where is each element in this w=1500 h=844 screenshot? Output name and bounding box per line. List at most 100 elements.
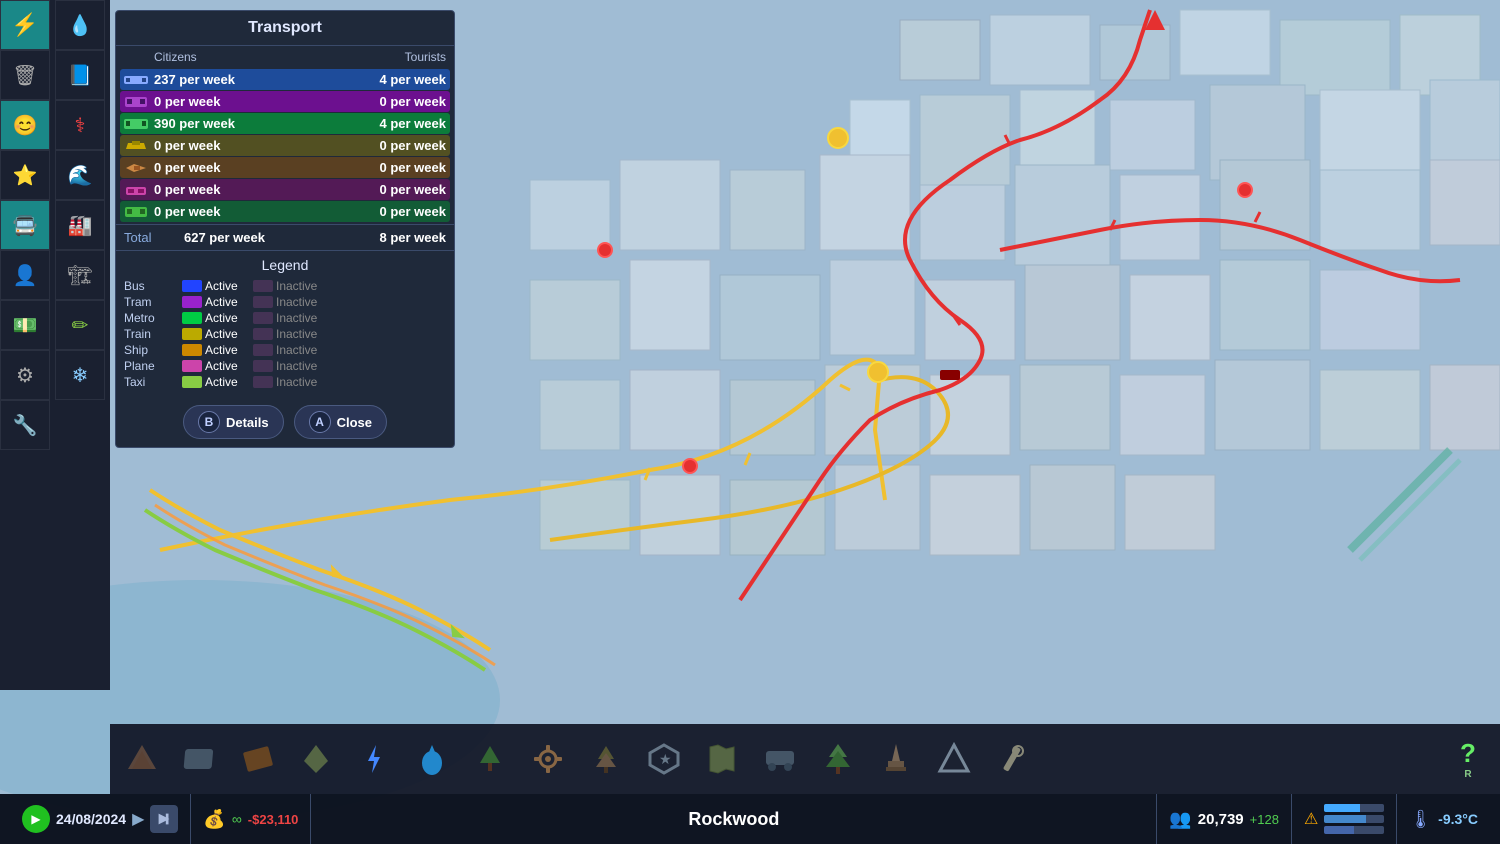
toolbar-icon-trees[interactable] (810, 731, 866, 787)
toolbar-icon-road[interactable] (172, 731, 228, 787)
sidebar-btn-trash[interactable]: 🗑 (0, 50, 50, 100)
toolbar-icon-district[interactable] (288, 731, 344, 787)
legend-title: Legend (124, 257, 446, 273)
toolbar-icon-police[interactable]: ★ (636, 731, 692, 787)
panel-title: Transport (116, 11, 454, 46)
money-expense: -$23,110 (248, 812, 299, 827)
sidebar-btn-happy[interactable]: 😊 (0, 100, 50, 150)
sidebar-btn-health[interactable]: ⚕ (55, 100, 105, 150)
legend-bus-label: Bus (124, 279, 179, 293)
help-r-label: R (1464, 769, 1471, 780)
train-citizens: 390 per week (154, 116, 300, 131)
legend-section: Legend Bus Active Inactive Tram Active I… (116, 250, 454, 397)
sidebar-btn-snow[interactable]: ❄ (55, 350, 105, 400)
legend-taxi-active-text: Active (205, 375, 250, 389)
toolbar-icon-settings[interactable] (520, 731, 576, 787)
legend-plane-inactive-color (253, 360, 273, 372)
sidebar-btn-bus[interactable]: 🚍 (0, 200, 50, 250)
table-row-taxi: 0 per week 0 per week (120, 179, 450, 200)
toolbar-icon-transport[interactable] (752, 731, 808, 787)
sidebar-btn-dollar[interactable]: 💵 (0, 300, 50, 350)
legend-plane-active-text: Active (205, 359, 250, 373)
city-section: Rockwood (311, 794, 1157, 844)
sidebar-btn-drop[interactable]: 💧 (55, 0, 105, 50)
tram-tourists: 4 per week (300, 72, 446, 87)
table-row-tram: 237 per week 4 per week (120, 69, 450, 90)
legend-metro-label: Metro (124, 311, 179, 325)
svg-text:★: ★ (659, 751, 672, 767)
legend-taxi-inactive-text: Inactive (276, 375, 317, 389)
sidebar-btn-lightning[interactable]: ⚡ (0, 0, 50, 50)
speed-button[interactable] (150, 805, 178, 833)
legend-train-inactive-text: Inactive (276, 327, 317, 341)
sidebar-btn-build[interactable]: 🏗 (55, 250, 105, 300)
warning-icon: ⚠ (1304, 809, 1318, 829)
toolbar-icon-water[interactable] (404, 731, 460, 787)
legend-metro-active-color (182, 312, 202, 324)
legend-train-label: Train (124, 327, 179, 341)
bus-tourists: 0 per week (300, 204, 446, 219)
legend-tram-active-color (182, 296, 202, 308)
toolbar-icon-map[interactable] (694, 731, 750, 787)
legend-row-train: Train Active Inactive (124, 327, 446, 341)
close-key: A (309, 411, 331, 433)
toolbar-icon-triangle[interactable] (926, 731, 982, 787)
toolbar-icon-monument[interactable] (868, 731, 924, 787)
help-button[interactable]: ? R (1440, 731, 1496, 787)
toolbar-icon-electricity[interactable] (346, 731, 402, 787)
play-button[interactable]: ▶ (22, 805, 50, 833)
transport-panel: Transport Citizens Tourists 237 per week… (115, 10, 455, 448)
bus-icon (124, 205, 148, 219)
sidebar-btn-book[interactable]: 📘 (55, 50, 105, 100)
total-tourists: 8 per week (315, 230, 446, 245)
legend-taxi-active-color (182, 376, 202, 388)
pop-change: +128 (1250, 812, 1279, 827)
taxi-icon (124, 183, 148, 197)
city-name: Rockwood (311, 809, 1156, 830)
legend-train-active-text: Active (205, 327, 250, 341)
tram-icon (124, 73, 148, 87)
sidebar-btn-person[interactable]: 👤 (0, 250, 50, 300)
metro-citizens: 0 per week (154, 94, 300, 109)
legend-plane-label: Plane (124, 359, 179, 373)
legend-row-tram: Tram Active Inactive (124, 295, 446, 309)
legend-row-plane: Plane Active Inactive (124, 359, 446, 373)
legend-tram-inactive-color (253, 296, 273, 308)
sidebar-btn-industry[interactable]: 🏭 (55, 200, 105, 250)
legend-bus-inactive-text: Inactive (276, 279, 317, 293)
legend-tram-active-text: Active (205, 295, 250, 309)
toolbar-icon-terrain[interactable] (114, 731, 170, 787)
table-header: Citizens Tourists (116, 46, 454, 68)
close-button[interactable]: A Close (294, 405, 387, 439)
sidebar-btn-tools[interactable]: 🔧 (0, 400, 50, 450)
sidebar-btn-wave[interactable]: 🌊 (55, 150, 105, 200)
metro-icon (124, 95, 148, 109)
toolbar-icon-nature[interactable] (462, 731, 518, 787)
plane-icon (124, 161, 148, 175)
temperature-display: -9.3°C (1438, 811, 1478, 827)
icon-strip: ★ (110, 724, 1500, 794)
toolbar-icon-zone[interactable] (230, 731, 286, 787)
legend-bus-inactive-color (253, 280, 273, 292)
ship-tourists: 0 per week (300, 138, 446, 153)
toolbar-icon-park[interactable] (578, 731, 634, 787)
total-citizens: 627 per week (184, 230, 315, 245)
plane-tourists: 0 per week (300, 160, 446, 175)
sidebar-btn-pen[interactable]: ✏ (55, 300, 105, 350)
legend-row-taxi: Taxi Active Inactive (124, 375, 446, 389)
toolbar-icon-tool[interactable] (984, 731, 1040, 787)
legend-row-metro: Metro Active Inactive (124, 311, 446, 325)
skip-forward-button[interactable]: ▶ (132, 809, 144, 829)
table-row-ship: 0 per week 0 per week (120, 135, 450, 156)
ship-icon (124, 139, 148, 153)
train-icon (124, 117, 148, 131)
temperature-section: 🌡 -9.3°C (1397, 794, 1490, 844)
legend-taxi-inactive-color (253, 376, 273, 388)
sidebar-btn-star[interactable]: ⭐ (0, 150, 50, 200)
sidebar-btn-wrench[interactable]: ⚙ (0, 350, 50, 400)
money-icon: 💰 (203, 809, 225, 830)
details-button[interactable]: B Details (183, 405, 284, 439)
ship-citizens: 0 per week (154, 138, 300, 153)
train-tourists: 4 per week (300, 116, 446, 131)
legend-tram-label: Tram (124, 295, 179, 309)
